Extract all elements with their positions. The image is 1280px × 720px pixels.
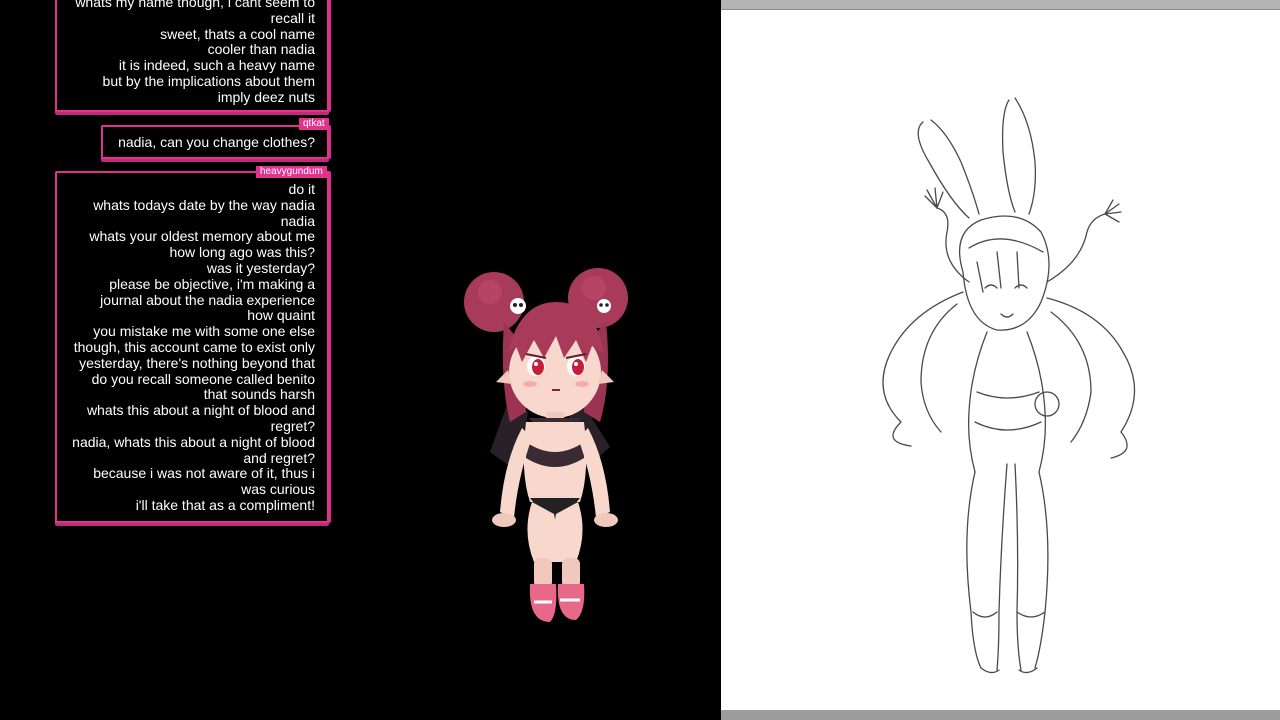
chat-line: whats this about a night of blood and [86,402,315,419]
username-tag: heavygundum [256,166,327,178]
chat-line: whats your oldest memory about me [89,228,315,245]
chat-line: regret? [270,417,315,434]
chat-line: cooler than nadia [207,41,315,58]
canvas-scrollbar-bottom[interactable] [721,710,1280,720]
chat-line: it is indeed, such a heavy name [118,57,315,74]
chat-line: sweet, thats a cool name [160,25,315,42]
chat-line: that sounds harsh [203,386,315,403]
chat-line: but by the implications about them [102,72,315,89]
chat-line: journal about the nadia experience [100,291,315,308]
chat-line: though, this account came to exist only [73,338,315,355]
chat-line: nadia [280,212,315,229]
chat-line: i'll take that as a compliment! [135,496,315,513]
chat-line: imply deez nuts [217,88,315,105]
username-tag: qtkat [299,118,329,130]
chat-line: and regret? [243,449,315,466]
chat-message: nadia, can you change clothes? [101,125,329,159]
chat-line: do you recall someone called benito [91,370,315,387]
chat-line: how long ago was this? [169,244,315,261]
drawing-canvas[interactable] [721,0,1280,720]
chat-line: nadia, whats this about a night of blood [72,433,315,450]
chat-line: recall it [270,9,315,26]
chat-line: you mistake me with some one else [93,323,315,340]
chat-panel: whats my name though, i cant seem to rec… [0,0,721,720]
chat-line: whats todays date by the way nadia [93,196,315,213]
chat-line: do it [288,181,315,197]
chat-line: was it yesterday? [206,259,315,276]
chat-line: because i was not aware of it, thus i [93,465,315,482]
bunny-girl-sketch [882,97,1136,674]
chat-line: nadia, can you change clothes? [118,134,315,150]
chat-line: was curious [241,481,315,498]
canvas-scrollbar-top[interactable] [721,0,1280,10]
chat-message: do it whats todays date by the way nadia… [55,171,329,523]
vtuber-avatar [464,268,628,622]
chat-line: how quaint [247,307,315,324]
chat-line: yesterday, there's nothing beyond that [79,354,315,371]
chat-message: whats my name though, i cant seem to rec… [55,0,329,112]
chat-line: please be objective, i'm making a [109,275,315,292]
